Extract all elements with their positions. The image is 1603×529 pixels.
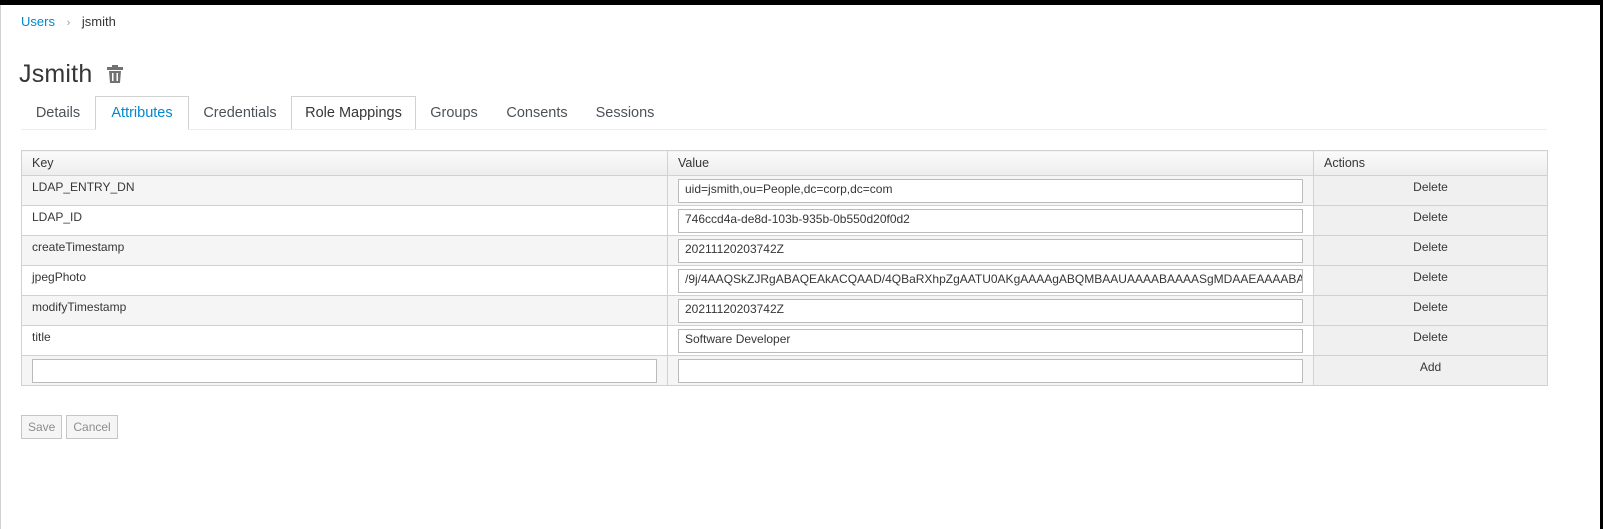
new-key-cell — [21, 355, 668, 386]
tab-sessions[interactable]: Sessions — [582, 96, 668, 129]
delete-button[interactable]: Delete — [1313, 295, 1548, 326]
chevron-right-icon: › — [66, 17, 71, 29]
tab-role-mappings[interactable]: Role Mappings — [291, 96, 416, 129]
page-title: Jsmith — [19, 59, 93, 88]
attribute-value-input[interactable]: 20211120203742Z — [678, 238, 1303, 263]
new-attribute-row: Add — [21, 355, 1548, 386]
table-row: LDAP_ENTRY_DN uid=jsmith,ou=People,dc=co… — [21, 175, 1548, 206]
tab-groups[interactable]: Groups — [416, 96, 492, 129]
attribute-value-cell: Software Developer — [667, 325, 1314, 356]
attribute-key: modifyTimestamp — [21, 295, 668, 326]
column-header-value: Value — [667, 150, 1314, 176]
add-button[interactable]: Add — [1313, 355, 1548, 386]
tab-attributes[interactable]: Attributes — [95, 96, 189, 130]
column-header-key: Key — [21, 150, 668, 176]
top-bar — [0, 0, 1603, 5]
delete-button[interactable]: Delete — [1313, 235, 1548, 266]
delete-button[interactable]: Delete — [1313, 205, 1548, 236]
attribute-value-input[interactable]: /9j/4AAQSkZJRgABAQEAkACQAAD/4QBaRXhpZgAA… — [678, 268, 1303, 293]
table-row: LDAP_ID 746ccd4a-de8d-103b-935b-0b550d20… — [21, 205, 1548, 236]
attribute-key: jpegPhoto — [21, 265, 668, 296]
attribute-value-cell: 746ccd4a-de8d-103b-935b-0b550d20f0d2 — [667, 205, 1314, 236]
cancel-button[interactable]: Cancel — [66, 415, 118, 439]
attribute-key: title — [21, 325, 668, 356]
save-button[interactable]: Save — [21, 415, 63, 439]
table-row: jpegPhoto /9j/4AAQSkZJRgABAQEAkACQAAD/4Q… — [21, 265, 1548, 296]
attribute-key: createTimestamp — [21, 235, 668, 266]
new-value-input[interactable] — [678, 358, 1303, 383]
table-row: createTimestamp 20211120203742Z Delete — [21, 235, 1548, 266]
table-row: title Software Developer Delete — [21, 325, 1548, 356]
table-header-row: Key Value Actions — [21, 150, 1548, 176]
new-key-input[interactable] — [32, 358, 657, 383]
attribute-value-input[interactable]: 20211120203742Z — [678, 298, 1303, 323]
delete-button[interactable]: Delete — [1313, 175, 1548, 206]
breadcrumb: Users › jsmith — [21, 14, 116, 29]
attribute-value-input[interactable]: 746ccd4a-de8d-103b-935b-0b550d20f0d2 — [678, 208, 1303, 233]
attributes-table: Key Value Actions LDAP_ENTRY_DN uid=jsmi… — [21, 150, 1548, 386]
title-row: Jsmith — [19, 58, 124, 90]
tab-details[interactable]: Details — [21, 96, 95, 129]
left-border — [0, 5, 1, 529]
attribute-value-cell: 20211120203742Z — [667, 235, 1314, 266]
attribute-value-input[interactable]: Software Developer — [678, 328, 1303, 353]
attribute-value-cell: uid=jsmith,ou=People,dc=corp,dc=com — [667, 175, 1314, 206]
delete-button[interactable]: Delete — [1313, 265, 1548, 296]
table-row: modifyTimestamp 20211120203742Z Delete — [21, 295, 1548, 326]
attribute-value-input[interactable]: uid=jsmith,ou=People,dc=corp,dc=com — [678, 178, 1303, 203]
breadcrumb-current: jsmith — [81, 14, 116, 29]
attribute-value-cell: /9j/4AAQSkZJRgABAQEAkACQAAD/4QBaRXhpZgAA… — [667, 265, 1314, 296]
trash-icon[interactable] — [106, 64, 124, 84]
form-buttons: Save Cancel — [21, 415, 118, 439]
tab-bar: Details Attributes Credentials Role Mapp… — [21, 96, 1547, 130]
breadcrumb-users-link[interactable]: Users — [21, 14, 55, 29]
tab-credentials[interactable]: Credentials — [189, 96, 291, 129]
attribute-key: LDAP_ENTRY_DN — [21, 175, 668, 206]
delete-button[interactable]: Delete — [1313, 325, 1548, 356]
tab-consents[interactable]: Consents — [492, 96, 582, 129]
new-value-cell — [667, 355, 1314, 386]
column-header-actions: Actions — [1313, 150, 1548, 176]
attribute-value-cell: 20211120203742Z — [667, 295, 1314, 326]
attribute-key: LDAP_ID — [21, 205, 668, 236]
